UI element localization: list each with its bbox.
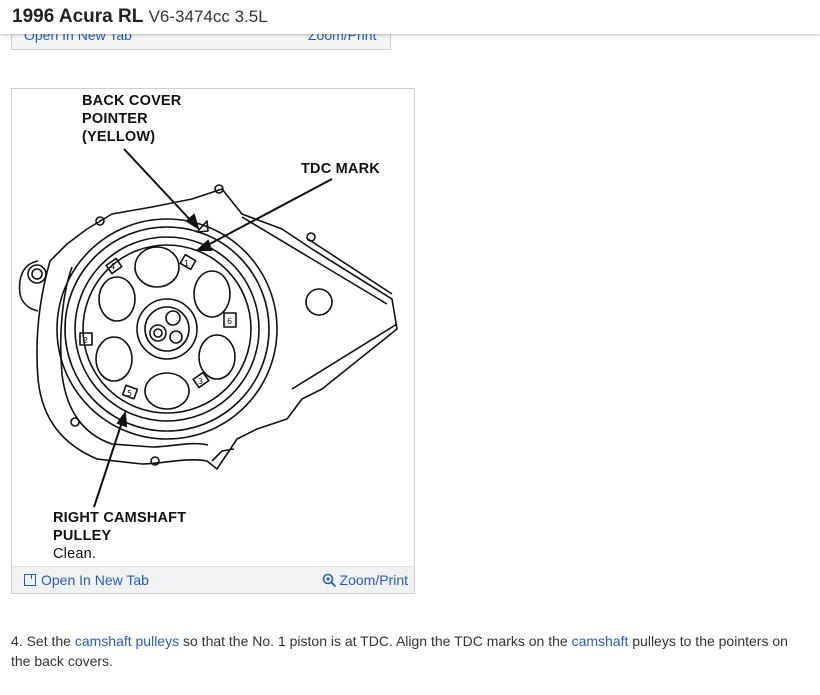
figure-footer: Open In New Tab Zoom/Print <box>12 566 414 593</box>
instruction-text-start: 4. Set the <box>11 633 75 649</box>
page-header: 1996 Acura RL V6-3474cc 3.5L <box>0 0 820 34</box>
instruction-text-middle: so that the No. 1 piston is at TDC. Alig… <box>179 633 572 649</box>
zoom-print-link[interactable]: Zoom/Print <box>322 572 408 588</box>
clean-note-label: Clean. <box>53 546 97 562</box>
pulley-number-3: 3 <box>198 377 203 386</box>
back-cover-pointer-label: BACK COVER POINTER (YELLOW) <box>82 93 182 145</box>
pulley-number-4: 4 <box>110 262 115 271</box>
new-tab-icon <box>24 574 36 586</box>
pulley-number-6: 6 <box>227 317 232 326</box>
pulley-number-2: 2 <box>83 336 88 345</box>
camshaft-link[interactable]: camshaft <box>572 633 629 649</box>
magnifier-icon <box>322 573 336 587</box>
open-in-new-tab-label: Open In New Tab <box>41 572 149 588</box>
vehicle-engine: V6-3474cc 3.5L <box>148 7 268 26</box>
camshaft-pulleys-link[interactable]: camshaft pulleys <box>75 633 179 649</box>
figure-card: 1 4 2 5 3 6 BACK COVER POINTER (YELLOW) … <box>11 88 415 594</box>
right-camshaft-pulley-label: RIGHT CAMSHAFT PULLEY <box>53 510 187 544</box>
page-title: 1996 Acura RL V6-3474cc 3.5L <box>12 6 268 28</box>
pulley-number-1: 1 <box>184 259 189 268</box>
instruction-step-4: 4. Set the camshaft pulleys so that the … <box>11 631 801 671</box>
pulley-number-5: 5 <box>127 389 132 398</box>
tdc-mark-label: TDC MARK <box>301 161 380 177</box>
open-in-new-tab-link[interactable]: Open In New Tab <box>24 572 149 588</box>
vehicle-make-model: 1996 Acura RL <box>12 6 144 27</box>
zoom-print-label: Zoom/Print <box>339 572 408 588</box>
